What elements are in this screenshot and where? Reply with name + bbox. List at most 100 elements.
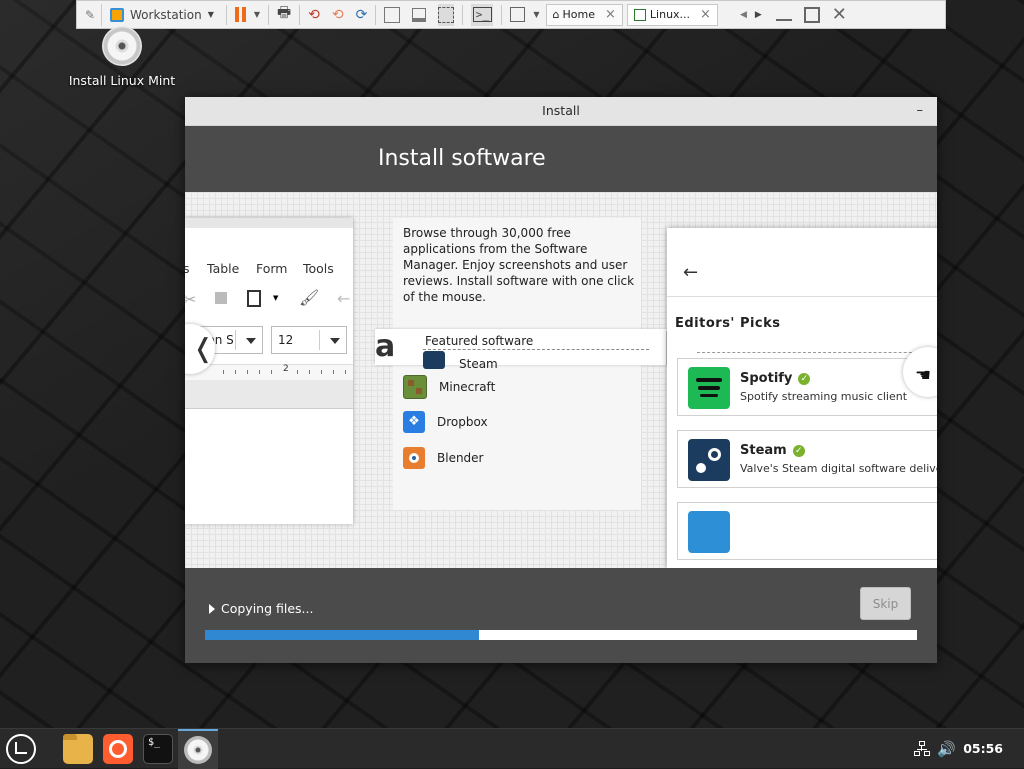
copy-icon [215, 292, 227, 304]
mint-menu-button[interactable] [6, 734, 36, 764]
cut-icon: ✂ [185, 290, 197, 309]
chevron-down-icon: ▼ [533, 10, 540, 19]
expand-details-icon[interactable] [209, 604, 215, 614]
office-menu-item: Table [207, 261, 240, 276]
dropbox-icon: ❖ [403, 411, 425, 433]
minimize-button[interactable]: – [917, 97, 924, 125]
toolbar-divider [299, 4, 301, 25]
ruler-tick [223, 370, 224, 374]
mouse-pointer-icon: ☚ [915, 365, 932, 386]
minimize-window-button[interactable] [775, 4, 792, 26]
toolbar-divider [501, 4, 503, 25]
window-titlebar[interactable]: Install – [185, 97, 937, 126]
desktop-icon-label: Install Linux Mint [68, 73, 176, 88]
section-divider [697, 352, 937, 353]
snapshot-manager-button[interactable]: ⟳ [356, 4, 368, 26]
firefox-icon [109, 740, 127, 758]
fullscreen-icon [438, 6, 455, 23]
office-menu-item: Form [256, 261, 288, 276]
tab-scroll-left-button[interactable]: ◀ [740, 4, 747, 26]
ruler-tick [259, 370, 260, 374]
skip-button[interactable]: Skip [860, 587, 911, 620]
featured-item-dropbox: ❖ Dropbox [403, 411, 488, 433]
progress-bar [205, 630, 917, 640]
progress-area: Copying files... Skip [185, 568, 937, 663]
close-window-button[interactable]: ✕ [832, 4, 847, 26]
featured-software-title: Featured software [425, 334, 534, 348]
installed-check-icon: ✓ [792, 445, 805, 457]
app-card-name: Steam ✓ [740, 443, 805, 458]
office-app-preview: s Table Form Tools ✂ ▼ 🖌 ← ation S 12 [185, 218, 353, 524]
app-card-name: Spotify ✓ [740, 371, 811, 386]
tab-linux[interactable]: Linux... × [626, 3, 718, 26]
steam-icon [688, 439, 730, 481]
back-arrow-icon: ← [683, 262, 699, 283]
mint-logo-icon [15, 742, 27, 754]
ruler-tick [297, 370, 298, 374]
network-icon[interactable] [914, 741, 930, 757]
taskbar-item-installer[interactable] [178, 729, 218, 769]
snapshot-button[interactable]: ⟲ [308, 4, 320, 26]
snapshot-icon: ⟲ [308, 6, 320, 23]
maximize-window-button[interactable] [803, 4, 820, 26]
ruler-tick [333, 370, 334, 374]
featured-software-header: a Featured software Steam [375, 329, 685, 371]
tab-scroll-right-button[interactable]: ▶ [755, 4, 762, 26]
spotify-icon [688, 367, 730, 409]
pin-button[interactable]: ✎ [79, 3, 102, 26]
status-text: Copying files... [221, 601, 314, 616]
paste-icon [247, 290, 261, 307]
fullscreen-button[interactable] [438, 3, 455, 26]
terminal-launcher[interactable]: $_ [143, 734, 173, 764]
featured-divider [423, 349, 649, 350]
page-title: Install software [378, 146, 546, 171]
stretch-icon [510, 7, 526, 22]
ruler-tick [247, 370, 248, 374]
featured-item-label: Dropbox [437, 415, 488, 429]
pause-button[interactable]: ▼ [234, 4, 260, 26]
app-card-desc: Spotify streaming music client [740, 390, 908, 403]
home-icon: ⌂ [552, 8, 560, 21]
close-icon[interactable]: × [605, 7, 616, 22]
disc-icon [184, 736, 212, 764]
app-card-name-text: Spotify [740, 371, 793, 386]
library-view-button[interactable] [384, 4, 401, 26]
ruler-tick [235, 370, 236, 374]
files-launcher[interactable] [63, 734, 93, 764]
thumbnail-view-button[interactable] [412, 4, 427, 26]
clock[interactable]: 05:56 [963, 741, 1003, 756]
stretch-view-button[interactable]: ▼ [510, 4, 540, 26]
installed-check-icon: ✓ [798, 373, 811, 385]
send-keys-button[interactable]: 🖶 [277, 3, 291, 26]
document-margin [185, 380, 353, 409]
office-menu-item: Tools [303, 261, 334, 276]
vmware-logo-icon [110, 7, 124, 22]
folder-icon [63, 734, 77, 740]
undo-icon: ← [337, 289, 351, 308]
ruler-tick [321, 370, 322, 374]
toolbar-divider [268, 4, 269, 25]
firefox-launcher[interactable] [103, 734, 133, 764]
console-view-button[interactable]: >_ [471, 3, 494, 26]
close-icon[interactable]: × [700, 7, 711, 22]
featured-item-blender: Blender [403, 447, 484, 469]
office-menubar: s Table Form Tools [185, 258, 353, 280]
desktop-icon-install-linux-mint[interactable]: Install Linux Mint [66, 26, 178, 88]
maximize-icon [803, 6, 820, 23]
blender-icon [403, 447, 425, 469]
toolbar-divider [462, 4, 464, 25]
tab-home[interactable]: ⌂ Home × [545, 3, 623, 26]
close-icon: ✕ [831, 4, 847, 25]
window-title: Install [542, 103, 580, 118]
install-window: Install – Install software s Table Form … [185, 97, 937, 663]
revert-snapshot-button[interactable]: ⟲ [332, 4, 344, 26]
chevron-left-icon: ◀ [739, 9, 747, 20]
app-card-desc: Valve's Steam digital software delivery [740, 462, 937, 475]
volume-icon[interactable]: 🔊 [937, 740, 956, 758]
workstation-menu-button[interactable]: Workstation ▼ [106, 4, 218, 26]
terminal-icon: >_ [472, 7, 492, 22]
ruler-tick [309, 370, 310, 374]
steam-icon [423, 351, 445, 369]
office-menu-item: s [185, 261, 190, 276]
ruler-label: 2 [283, 364, 289, 374]
